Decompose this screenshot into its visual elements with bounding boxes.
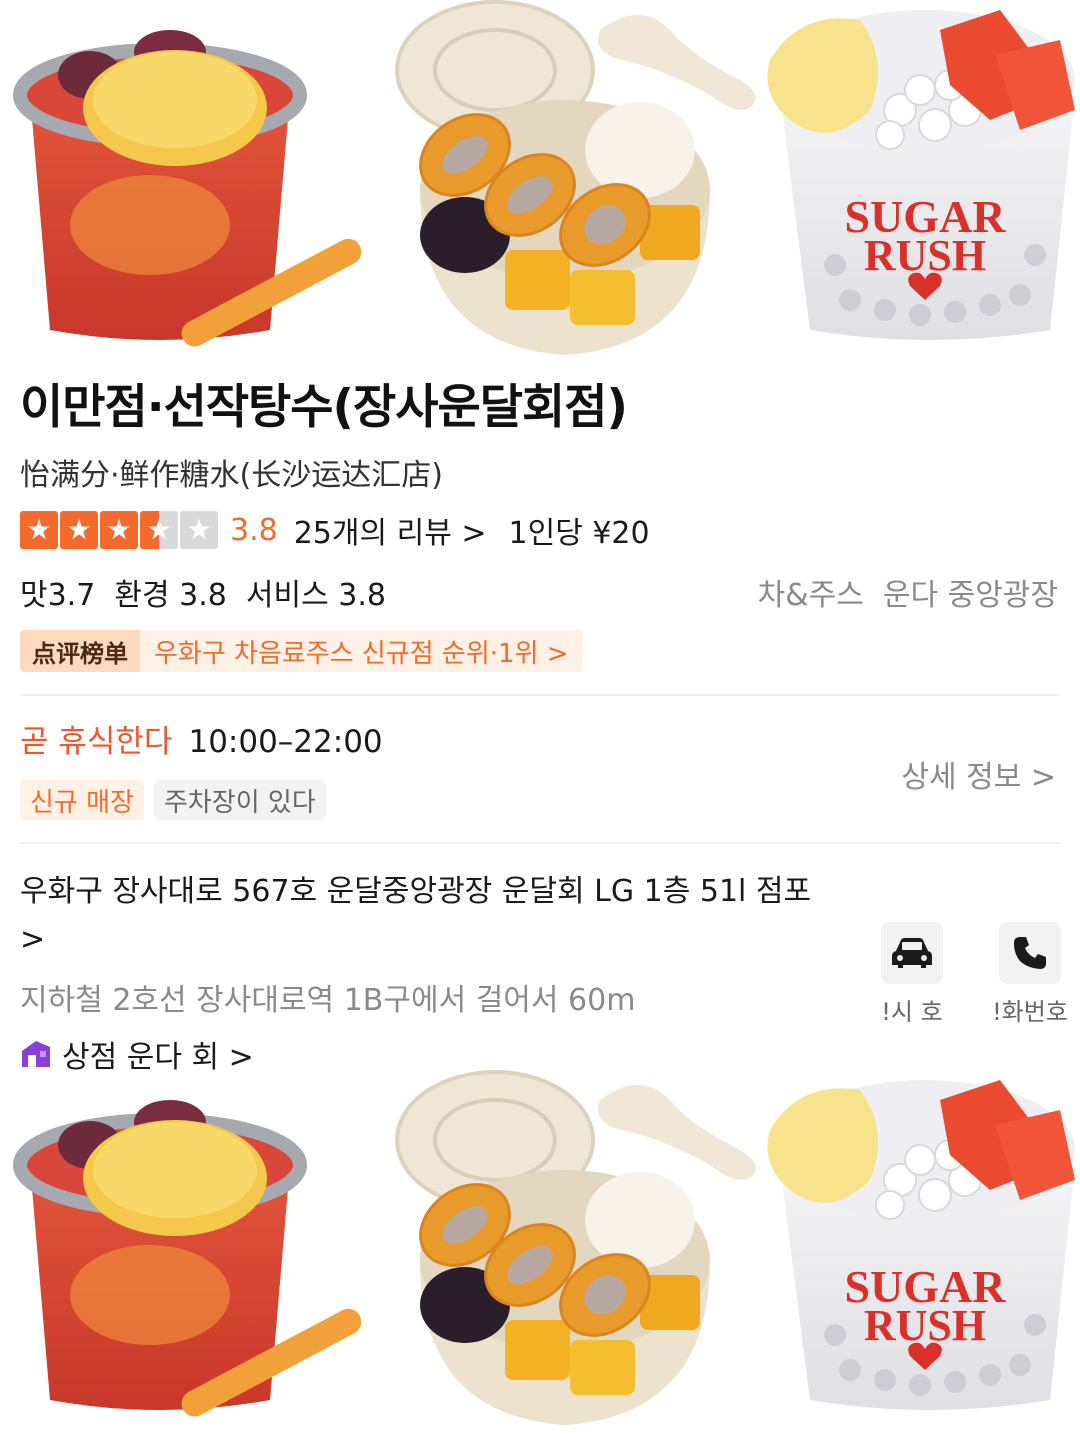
jelly-cup-image — [13, 1100, 362, 1417]
cup-text-rush: RUSH — [864, 231, 986, 280]
star-icon: ★ — [100, 511, 138, 549]
phone-icon — [999, 922, 1061, 984]
tag-new-store: 신규 매장 — [20, 780, 144, 820]
hours-time: 10:00–22:00 — [188, 724, 383, 760]
car-icon — [881, 922, 943, 984]
dessert-banner-top: SUGAR RUSH — [0, 0, 1080, 370]
star-icon: ★ — [60, 511, 98, 549]
ranking-tag: 点评榜单 — [20, 630, 140, 672]
metro-directions: 지하철 2호선 장사대로역 1B구에서 걸어서 60m — [20, 983, 636, 1018]
rating-score: 3.8 — [230, 512, 278, 548]
tag-parking: 주차장이 있다 — [153, 780, 326, 820]
reviews-link[interactable]: 25개의 리뷰 > — [294, 508, 487, 552]
star-icon: ★ — [20, 511, 58, 549]
shop-icon — [20, 1039, 52, 1069]
dessert-bowl-image — [395, 0, 756, 355]
jelly-cup-image — [13, 30, 362, 347]
store-address[interactable]: 우화구 장사대로 567호 운달중앙광장 운달회 LG 1층 51l 점포 > — [20, 868, 820, 964]
dessert-banner-bottom: SUGAR RUSH — [0, 1070, 1080, 1440]
ranking-text: 우화구 차음료주스 신규점 순위·1위 > — [154, 638, 569, 669]
star-icon: ★ — [140, 511, 178, 549]
price-per-person: 1인당 ¥20 — [508, 516, 650, 551]
category-location[interactable]: 차&주스 운다 중앙광장 — [758, 570, 1058, 614]
closing-status: 곧 휴식한다 — [20, 724, 173, 760]
store-name-original: 怡满分·鲜作糖水(长沙运达汇店) — [20, 458, 443, 493]
phone-label: !화번호 — [992, 998, 1068, 1026]
sugar-rush-cup-image: SUGAR RUSH — [767, 1080, 1075, 1410]
ranking-banner[interactable]: 点评榜单 우화구 차음료주스 신규점 순위·1위 > — [20, 630, 583, 672]
store-name: 이만점·선작탕수(장사운달회점) — [20, 380, 628, 435]
rating-stars: ★ ★ ★ ★ ★ — [20, 511, 218, 549]
detail-info-link[interactable]: 상세 정보 > — [901, 752, 1056, 796]
taxi-button[interactable]: !시 호 — [872, 922, 952, 1027]
taxi-label: !시 호 — [881, 998, 943, 1026]
business-hours: 곧 휴식한다 10:00–22:00 — [20, 716, 383, 761]
star-icon: ★ — [180, 511, 218, 549]
sub-scores: 맛3.7 환경 3.8 서비스 3.8 — [20, 578, 386, 613]
rating-row: ★ ★ ★ ★ ★ 3.8 25개의 리뷰 > 1인당 ¥20 — [20, 508, 650, 552]
divider — [20, 694, 1060, 696]
dessert-bowl-image — [395, 1070, 756, 1425]
phone-button[interactable]: !화번호 — [990, 922, 1070, 1027]
store-tags: 신규 매장 주차장이 있다 — [20, 780, 326, 820]
cup-text-rush: RUSH — [864, 1301, 986, 1350]
divider — [20, 842, 1060, 844]
sugar-rush-cup-image: SUGAR RUSH — [767, 10, 1075, 340]
